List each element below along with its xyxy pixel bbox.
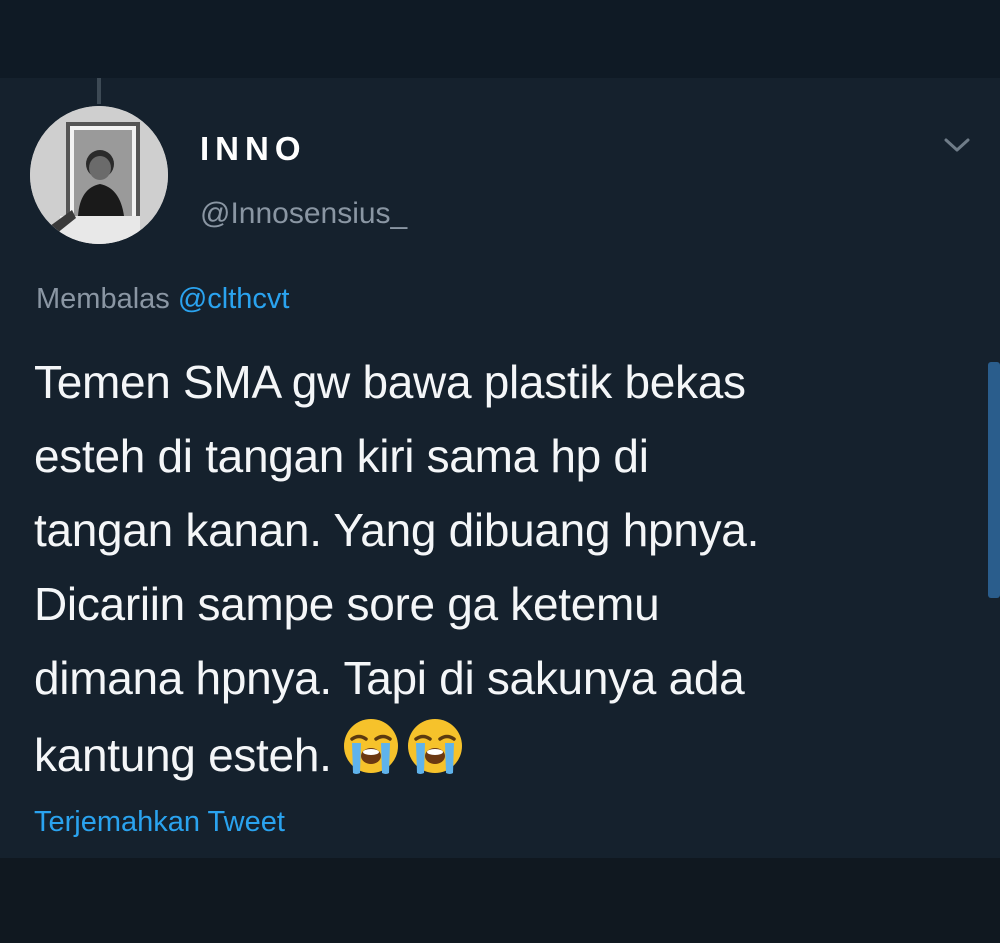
loudly-crying-face-icon xyxy=(404,715,466,777)
translate-tweet-link[interactable]: Terjemahkan Tweet xyxy=(34,806,285,839)
bottom-band xyxy=(0,858,1000,943)
tweet-text-line: Temen SMA gw bawa plastik bekas xyxy=(34,356,746,408)
chevron-down-icon[interactable] xyxy=(942,135,972,155)
reply-prefix: Membalas xyxy=(36,283,170,315)
tweet-text-last-line: kantung esteh. xyxy=(34,715,974,798)
reply-to-handle[interactable]: @clthcvt xyxy=(178,283,290,315)
avatar[interactable] xyxy=(30,106,168,244)
loudly-crying-face-icon xyxy=(340,715,402,777)
tweet-text-line: Dicariin sampe sore ga ketemu xyxy=(34,578,660,630)
display-name[interactable]: INNO xyxy=(200,130,307,168)
tweet-text-line: esteh di tangan kiri sama hp di xyxy=(34,430,649,482)
scrollbar[interactable] xyxy=(988,362,1000,598)
tweet-text-line: dimana hpnya. Tapi di sakunya ada xyxy=(34,652,745,704)
reply-context: Membalas @clthcvt xyxy=(36,283,289,316)
top-band xyxy=(0,0,1000,78)
user-handle[interactable]: @Innosensius_ xyxy=(200,197,407,231)
thread-connector-line xyxy=(97,78,101,104)
emoji-group xyxy=(340,715,468,798)
tweet-text-line: tangan kanan. Yang dibuang hpnya. xyxy=(34,504,760,556)
tweet-text-line: kantung esteh. xyxy=(34,729,332,781)
tweet-text: Temen SMA gw bawa plastik bekas esteh di… xyxy=(34,345,974,798)
